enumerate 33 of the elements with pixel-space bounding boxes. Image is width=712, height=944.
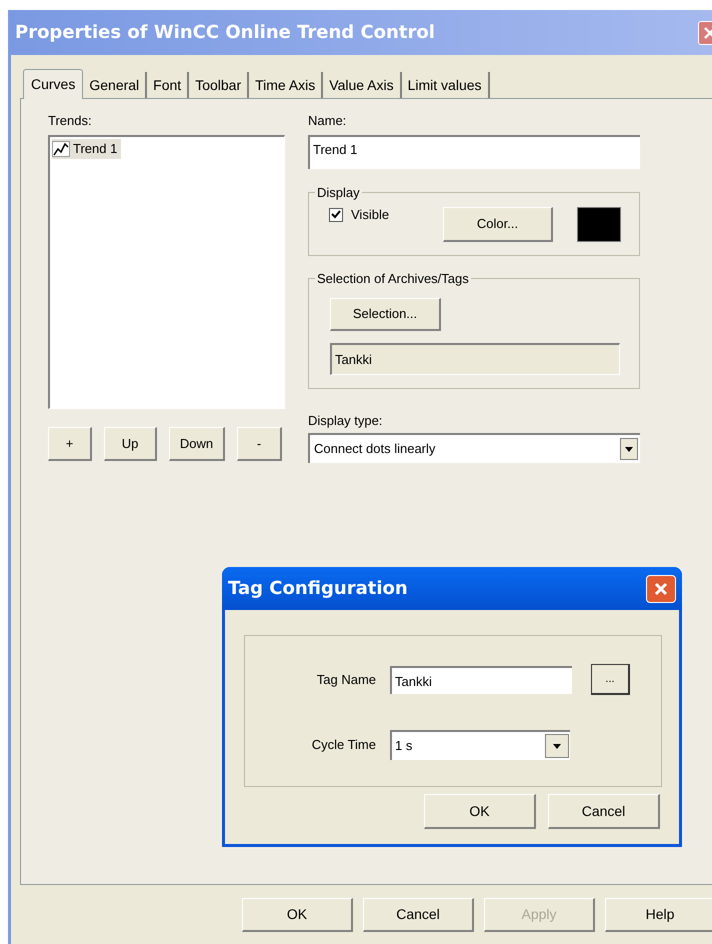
list-button[interactable]: Up [104, 427, 157, 461]
tag-name-label: Tag Name [316, 670, 377, 689]
trend-item[interactable]: Trend 1 [52, 139, 122, 158]
dialog-title: Tag Configuration [228, 577, 408, 601]
name-field[interactable]: Trend 1 [308, 135, 640, 169]
window-title: Properties of WinCC Online Trend Control [15, 21, 435, 45]
selection-button[interactable]: Selection... [330, 298, 441, 331]
close-button[interactable] [646, 574, 676, 602]
line-chart-icon [52, 140, 70, 157]
dialog-button[interactable]: OK [424, 794, 536, 829]
list-button[interactable]: - [237, 427, 282, 461]
trends-list[interactable]: Trend 1 [48, 135, 285, 409]
dialog-button[interactable]: OK [242, 898, 353, 932]
visible-checkbox[interactable] [329, 208, 343, 222]
dialog-button[interactable]: Cancel [363, 898, 474, 932]
display-type-label: Display type: [308, 412, 384, 430]
visible-label: Visible [351, 206, 390, 224]
browse-button[interactable]: ... [591, 664, 630, 695]
name-label: Name: [308, 112, 348, 130]
check-icon [331, 210, 341, 220]
tag-name-field[interactable]: Tankki [390, 666, 572, 694]
close-icon [653, 580, 669, 596]
cycle-time-dropdown[interactable]: 1 s [390, 730, 570, 760]
tag-field: Tankki [330, 343, 620, 375]
trends-label: Trends: [48, 112, 93, 130]
dialog-button[interactable]: Cancel [548, 794, 660, 829]
color-button[interactable]: Color... [443, 206, 553, 242]
dialog-button[interactable]: Help [605, 898, 712, 932]
list-button[interactable]: + [48, 427, 92, 461]
list-button[interactable]: Down [169, 427, 225, 461]
cycle-time-label: Cycle Time [310, 736, 377, 754]
tab[interactable]: Curves [23, 69, 84, 99]
display-type-dropdown[interactable]: Connect dots linearly [308, 433, 640, 463]
